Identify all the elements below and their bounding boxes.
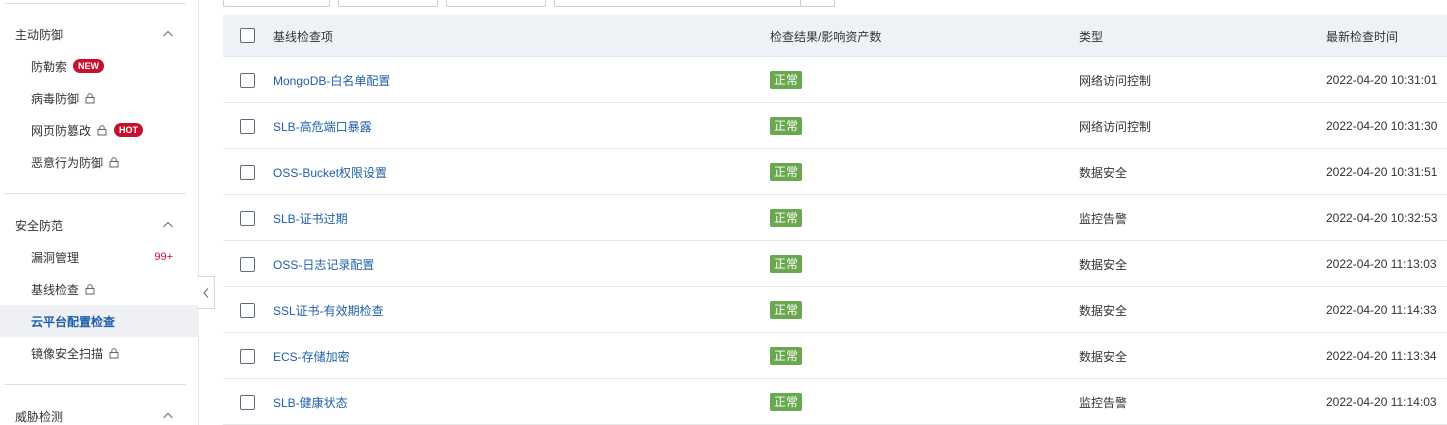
time-cell: 2022-04-20 11:14:33	[1326, 303, 1437, 317]
sidebar-item-label: 漏洞管理	[31, 250, 80, 265]
lock-icon	[109, 157, 119, 168]
check-item-link[interactable]: SLB-高危端口暴露	[273, 118, 372, 135]
column-header-item[interactable]: 基线检查项	[273, 15, 333, 57]
table-row: SLB-健康状态 正常 监控告警 2022-04-20 11:14:03	[223, 379, 1447, 425]
sidebar-section-label: 主动防御	[15, 27, 64, 42]
status-badge: 正常	[770, 393, 803, 411]
check-item-link[interactable]: SLB-健康状态	[273, 394, 348, 411]
table-row: ECS-存储加密 正常 数据安全 2022-04-20 11:13:34	[223, 333, 1447, 379]
hot-badge: HOT	[114, 123, 144, 137]
status-badge: 正常	[770, 301, 803, 319]
sidebar-item-label: 镜像安全扫描	[31, 346, 104, 361]
row-checkbox[interactable]	[240, 211, 255, 226]
type-cell: 数据安全	[1079, 303, 1128, 318]
check-item-link[interactable]: SLB-证书过期	[273, 210, 348, 227]
filter-select[interactable]	[338, 0, 438, 7]
type-cell: 监控告警	[1079, 211, 1128, 226]
table-row: SLB-证书过期 正常 监控告警 2022-04-20 10:32:53	[223, 195, 1447, 241]
sidebar-item-ransomware[interactable]: 防勒索 NEW	[0, 50, 199, 82]
row-checkbox[interactable]	[240, 349, 255, 364]
row-checkbox[interactable]	[240, 165, 255, 180]
type-cell: 网络访问控制	[1079, 73, 1152, 88]
sidebar-item-vulnerability[interactable]: 漏洞管理 99+	[0, 241, 199, 273]
sidebar-section-label: 安全防范	[15, 218, 64, 233]
sidebar-item-label: 网页防篡改	[31, 123, 92, 138]
chevron-up-icon	[163, 30, 173, 37]
sidebar-section-label: 威胁检测	[15, 409, 64, 424]
lock-icon	[97, 125, 107, 136]
sidebar: 主动防御 防勒索 NEW 病毒防御 网页防篡改 HOT 恶意行为防御 安全防范 …	[0, 0, 199, 425]
table-header: 基线检查项 检查结果/影响资产数 类型 最新检查时间	[223, 15, 1447, 57]
lock-icon	[85, 284, 95, 295]
lock-icon	[85, 93, 95, 104]
column-header-result[interactable]: 检查结果/影响资产数	[770, 15, 881, 57]
column-header-time[interactable]: 最新检查时间	[1326, 15, 1398, 57]
status-badge: 正常	[770, 255, 803, 273]
chevron-left-icon	[203, 287, 209, 298]
row-checkbox[interactable]	[240, 119, 255, 134]
time-cell: 2022-04-20 11:13:34	[1326, 349, 1437, 363]
sidebar-item-label: 云平台配置检查	[31, 314, 116, 329]
select-all-checkbox[interactable]	[240, 28, 255, 43]
sidebar-section-security-prevention[interactable]: 安全防范	[0, 209, 199, 241]
column-header-type[interactable]: 类型	[1079, 15, 1103, 57]
sidebar-divider	[4, 3, 186, 4]
time-cell: 2022-04-20 11:13:03	[1326, 257, 1437, 271]
filter-select[interactable]	[223, 0, 330, 7]
sidebar-item-image-scan[interactable]: 镜像安全扫描	[0, 337, 199, 369]
sidebar-item-label: 恶意行为防御	[31, 155, 104, 170]
row-checkbox[interactable]	[240, 73, 255, 88]
status-badge: 正常	[770, 117, 803, 135]
check-item-link[interactable]: MongoDB-白名单配置	[273, 72, 390, 89]
sidebar-item-cloud-config-check[interactable]: 云平台配置检查	[0, 305, 199, 337]
type-cell: 数据安全	[1079, 349, 1128, 364]
sidebar-item-label: 病毒防御	[31, 91, 80, 106]
time-cell: 2022-04-20 10:31:01	[1326, 73, 1438, 87]
table-row: MongoDB-白名单配置 正常 网络访问控制 2022-04-20 10:31…	[223, 57, 1447, 103]
sidebar-item-web-tamper[interactable]: 网页防篡改 HOT	[0, 114, 199, 146]
type-cell: 数据安全	[1079, 165, 1128, 180]
check-item-link[interactable]: OSS-日志记录配置	[273, 256, 374, 273]
sidebar-collapse-button[interactable]	[198, 276, 215, 309]
filter-select[interactable]	[446, 0, 546, 7]
count-badge: 99+	[154, 251, 173, 263]
type-cell: 监控告警	[1079, 395, 1128, 410]
row-checkbox[interactable]	[240, 395, 255, 410]
status-badge: 正常	[770, 347, 803, 365]
time-cell: 2022-04-20 10:31:30	[1326, 119, 1438, 133]
row-checkbox[interactable]	[240, 257, 255, 272]
sidebar-item-malicious-behavior[interactable]: 恶意行为防御	[0, 146, 199, 178]
search-button[interactable]	[800, 0, 835, 7]
sidebar-item-label: 防勒索	[31, 59, 68, 74]
search-input[interactable]	[554, 0, 835, 7]
sidebar-divider	[4, 384, 186, 385]
status-badge: 正常	[770, 71, 803, 89]
type-cell: 数据安全	[1079, 257, 1128, 272]
check-item-link[interactable]: SSL证书-有效期检查	[273, 302, 384, 319]
sidebar-item-baseline[interactable]: 基线检查	[0, 273, 199, 305]
status-badge: 正常	[770, 163, 803, 181]
sidebar-item-label: 基线检查	[31, 282, 80, 297]
time-cell: 2022-04-20 10:32:53	[1326, 211, 1438, 225]
sidebar-divider	[4, 193, 186, 194]
new-badge: NEW	[73, 59, 105, 73]
lock-icon	[109, 348, 119, 359]
sidebar-section-active-defense[interactable]: 主动防御	[0, 18, 199, 50]
time-cell: 2022-04-20 11:14:03	[1326, 395, 1437, 409]
type-cell: 网络访问控制	[1079, 119, 1152, 134]
sidebar-section-threat-detection[interactable]: 威胁检测	[0, 400, 199, 425]
table-row: SSL证书-有效期检查 正常 数据安全 2022-04-20 11:14:33	[223, 287, 1447, 333]
check-item-link[interactable]: ECS-存储加密	[273, 348, 350, 365]
status-badge: 正常	[770, 209, 803, 227]
table-row: OSS-日志记录配置 正常 数据安全 2022-04-20 11:13:03	[223, 241, 1447, 287]
chevron-up-icon	[163, 221, 173, 228]
table-row: OSS-Bucket权限设置 正常 数据安全 2022-04-20 10:31:…	[223, 149, 1447, 195]
check-item-link[interactable]: OSS-Bucket权限设置	[273, 164, 387, 181]
sidebar-item-virus-defense[interactable]: 病毒防御	[0, 82, 199, 114]
row-checkbox[interactable]	[240, 303, 255, 318]
chevron-up-icon	[163, 412, 173, 419]
table-row: SLB-高危端口暴露 正常 网络访问控制 2022-04-20 10:31:30	[223, 103, 1447, 149]
time-cell: 2022-04-20 10:31:51	[1326, 165, 1438, 179]
